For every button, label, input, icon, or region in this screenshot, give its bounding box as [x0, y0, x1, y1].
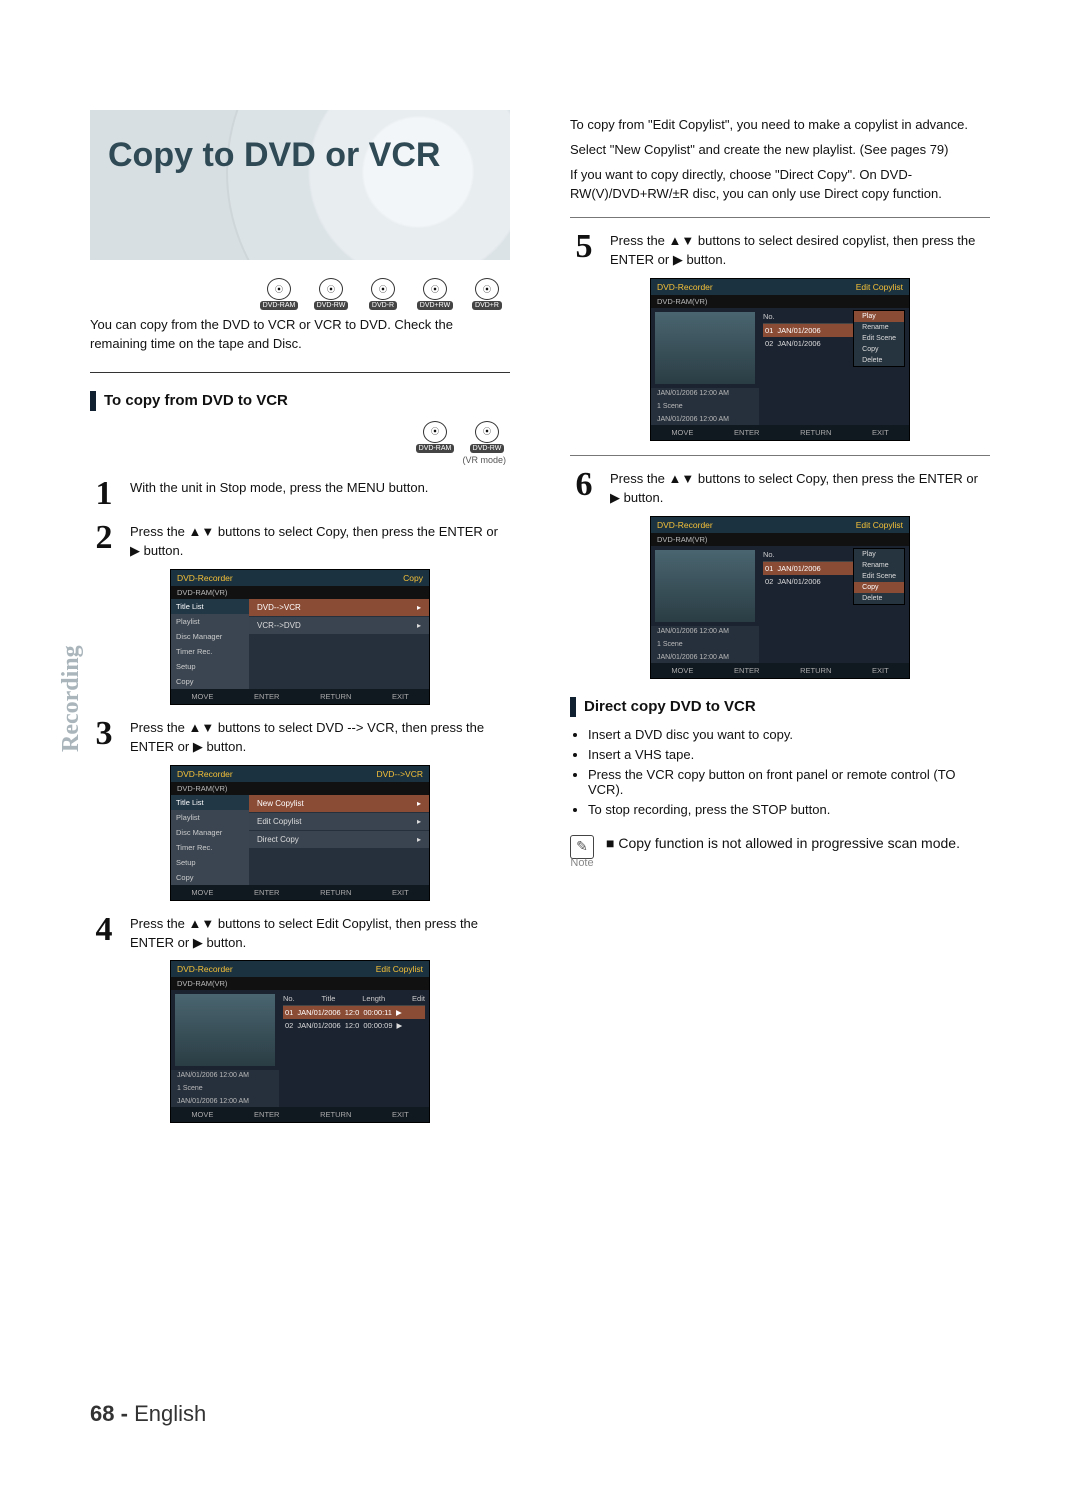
step-6: 6 Press the ▲▼ buttons to select Copy, t… — [570, 470, 990, 508]
disc-badge: ⦿DVD-RW — [308, 278, 354, 310]
intro-text: You can copy from the DVD to VCR or VCR … — [90, 316, 510, 354]
right-intro-3: If you want to copy directly, choose "Di… — [570, 166, 990, 204]
right-column: To copy from "Edit Copylist", you need t… — [570, 110, 990, 1127]
section-1-heading: To copy from DVD to VCR — [90, 391, 510, 411]
step-number: 3 — [90, 719, 118, 757]
vr-mode-label: (VR mode) — [90, 455, 506, 465]
list-item: Insert a DVD disc you want to copy. — [588, 727, 990, 742]
osd-screenshot-edit-copylist: DVD-RecorderEdit Copylist DVD-RAM(VR) JA… — [170, 960, 430, 1123]
hero-box: Copy to DVD or VCR — [90, 110, 510, 260]
disc-badge-row: ⦿DVD-RAM ⦿DVD-RW ⦿DVD-R ⦿DVD+RW ⦿DVD+R — [90, 278, 510, 310]
step-3: 3 Press the ▲▼ buttons to select DVD -->… — [90, 719, 510, 757]
step-1: 1 With the unit in Stop mode, press the … — [90, 479, 510, 510]
section-2-title: Direct copy DVD to VCR — [584, 698, 756, 715]
list-item: Press the VCR copy button on front panel… — [588, 767, 990, 797]
step-number: 6 — [570, 470, 598, 508]
osd-screenshot-copylist-popup: DVD-RecorderEdit Copylist DVD-RAM(VR) JA… — [650, 278, 910, 441]
disc-badge: ⦿DVD+R — [464, 278, 510, 310]
section-1-title: To copy from DVD to VCR — [104, 392, 288, 409]
disc-badge: ⦿DVD-R — [360, 278, 406, 310]
step-2: 2 Press the ▲▼ buttons to select Copy, t… — [90, 523, 510, 561]
osd-screenshot-dvd-vcr: DVD-RecorderDVD-->VCR DVD-RAM(VR) Title … — [170, 765, 430, 901]
step-body: Press the ▲▼ buttons to select DVD --> V… — [130, 719, 510, 757]
heading-bar — [570, 697, 576, 717]
note-label: Note — [570, 857, 594, 869]
step-5: 5 Press the ▲▼ buttons to select desired… — [570, 232, 990, 270]
right-intro-1: To copy from "Edit Copylist", you need t… — [570, 116, 990, 135]
step-body: Press the ▲▼ buttons to select Copy, the… — [610, 470, 990, 508]
page-language: English — [134, 1401, 206, 1426]
step-body: Press the ▲▼ buttons to select Edit Copy… — [130, 915, 510, 953]
disc-badge: ⦿DVD-RAM — [412, 421, 458, 453]
step-body: Press the ▲▼ buttons to select Copy, the… — [130, 523, 510, 561]
list-item: To stop recording, press the STOP button… — [588, 802, 990, 817]
section-2-heading: Direct copy DVD to VCR — [570, 697, 990, 717]
hero-title: Copy to DVD or VCR — [108, 136, 440, 175]
step-number: 2 — [90, 523, 118, 561]
disc-badge: ⦿DVD-RAM — [256, 278, 302, 310]
osd-screenshot-copy: DVD-RecorderCopy DVD-RAM(VR) Title List … — [170, 569, 430, 705]
step-number: 1 — [90, 479, 118, 510]
disc-badge: ⦿DVD+RW — [412, 278, 458, 310]
right-intro-2: Select "New Copylist" and create the new… — [570, 141, 990, 160]
step-body: Press the ▲▼ buttons to select desired c… — [610, 232, 990, 270]
left-column: Copy to DVD or VCR ⦿DVD-RAM ⦿DVD-RW ⦿DVD… — [90, 110, 510, 1127]
preview-thumbnail — [175, 994, 275, 1066]
direct-copy-list: Insert a DVD disc you want to copy. Inse… — [572, 727, 990, 817]
note-block: ✎ Note ■ Copy function is not allowed in… — [570, 835, 990, 869]
page-number: 68 — [90, 1401, 114, 1426]
note-icon: ✎ — [570, 835, 594, 859]
separator — [90, 372, 510, 373]
disc-graphic — [226, 110, 510, 260]
heading-bar — [90, 391, 96, 411]
preview-thumbnail — [655, 312, 755, 384]
step-4: 4 Press the ▲▼ buttons to select Edit Co… — [90, 915, 510, 953]
osd-screenshot-copylist-copy: DVD-RecorderEdit Copylist DVD-RAM(VR) JA… — [650, 516, 910, 679]
step-number: 5 — [570, 232, 598, 270]
separator — [570, 217, 990, 218]
side-tab: Recording — [58, 645, 85, 752]
separator — [570, 455, 990, 456]
section-disc-badge-row: ⦿DVD-RAM ⦿DVD-RW — [90, 421, 510, 453]
page-footer: 68 - English — [90, 1401, 206, 1427]
step-number: 4 — [90, 915, 118, 953]
note-text: ■ Copy function is not allowed in progre… — [606, 835, 960, 851]
preview-thumbnail — [655, 550, 755, 622]
list-item: Insert a VHS tape. — [588, 747, 990, 762]
step-body: With the unit in Stop mode, press the ME… — [130, 479, 510, 510]
disc-badge: ⦿DVD-RW — [464, 421, 510, 453]
